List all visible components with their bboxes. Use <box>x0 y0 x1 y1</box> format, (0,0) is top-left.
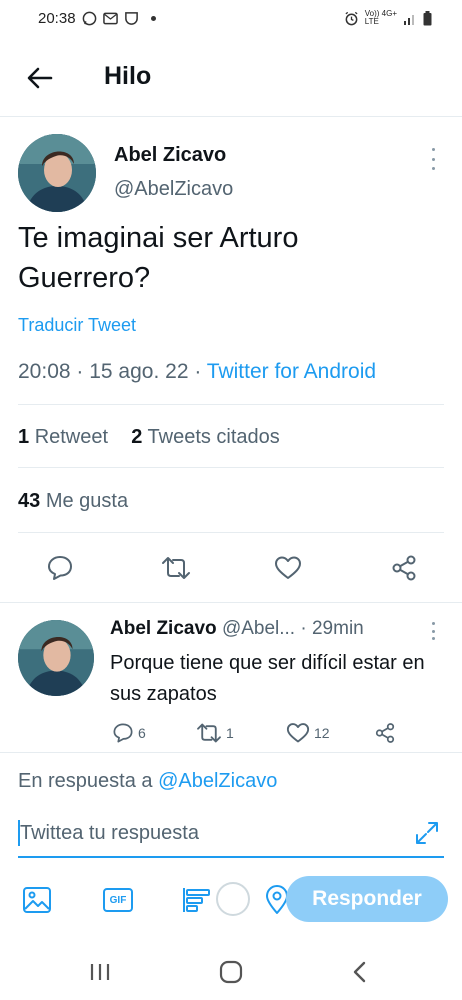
author-handle[interactable]: @AbelZicavo <box>114 178 233 201</box>
heart-icon <box>275 556 301 579</box>
divider <box>0 602 462 603</box>
reply-author-handle[interactable]: @Abel... <box>222 618 295 639</box>
tweet-time: 20:08 <box>18 360 71 383</box>
home-button[interactable] <box>211 954 251 990</box>
top-app-bar: Hilo <box>0 52 462 102</box>
reply-button[interactable] <box>40 550 80 586</box>
comment-icon <box>113 723 133 743</box>
system-navigation-bar <box>0 946 462 1000</box>
network-type: Vo)) 4G+ LTE <box>365 10 397 26</box>
shield-notification-icon <box>124 11 139 26</box>
separator-dot: · <box>194 360 207 383</box>
add-image-button[interactable] <box>20 880 54 920</box>
likes-label: Me gusta <box>45 490 129 512</box>
retweet-stats: 1 Retweet 2 Tweets citados <box>18 426 280 449</box>
author-name[interactable]: Abel Zicavo <box>114 144 226 167</box>
submit-reply-button[interactable]: Responder <box>286 876 448 922</box>
reply-like-count: 12 <box>314 725 330 741</box>
profile-photo-icon <box>18 620 94 696</box>
recent-apps-button[interactable] <box>80 954 120 990</box>
likes-count: 43 <box>18 490 41 512</box>
profile-photo-icon <box>18 134 96 212</box>
retweet-icon <box>197 723 221 743</box>
chevron-left-icon <box>353 961 366 983</box>
share-icon <box>375 723 395 743</box>
tweet-date: 15 ago. 22 <box>89 360 189 383</box>
whatsapp-icon <box>82 11 97 26</box>
reply-text: Porque tiene que ser difícil estar en su… <box>110 652 425 705</box>
reply-reply-count: 6 <box>138 725 146 741</box>
page-title: Hilo <box>104 62 152 90</box>
reply-time: 29min <box>311 618 364 639</box>
divider <box>18 404 444 405</box>
replying-to-line: En respuesta a @AbelZicavo <box>18 770 277 793</box>
retweet-icon <box>162 557 190 579</box>
quotes-stat[interactable]: 2 Tweets citados <box>131 426 280 448</box>
separator-dot: · <box>76 360 90 383</box>
tweet-text: Te imaginai ser Arturo Guerrero? <box>18 222 299 294</box>
tweet-metadata: 20:08 · 15 ago. 22 · Twitter for Android <box>18 360 376 384</box>
gif-icon: GIF <box>103 888 133 912</box>
reply-like-button[interactable]: 12 <box>286 722 330 744</box>
add-poll-button[interactable] <box>180 880 214 920</box>
replying-to-label: En respuesta a <box>18 770 153 792</box>
status-left: 20:38 <box>38 10 156 27</box>
recents-icon <box>90 964 110 980</box>
avatar[interactable] <box>18 620 94 696</box>
expand-icon <box>416 822 438 844</box>
like-button[interactable] <box>268 550 308 586</box>
like-stats: 43 Me gusta <box>18 490 128 513</box>
text-cursor <box>18 820 20 846</box>
more-options-icon[interactable] <box>428 148 438 170</box>
reply-retweet-count: 1 <box>226 725 234 741</box>
share-button[interactable] <box>384 550 424 586</box>
quotes-count: 2 <box>131 426 143 448</box>
translate-tweet-link[interactable]: Traducir Tweet <box>18 315 136 336</box>
header-divider <box>0 116 462 117</box>
retweets-stat[interactable]: 1 Retweet <box>18 426 108 448</box>
heart-icon <box>286 723 310 743</box>
status-time: 20:38 <box>38 9 76 27</box>
signal-icon <box>403 12 417 25</box>
reply-author-name[interactable]: Abel Zicavo <box>110 618 217 639</box>
more-options-icon[interactable] <box>428 622 438 640</box>
retweets-label: Retweet <box>34 426 109 448</box>
mail-icon <box>102 12 118 25</box>
alarm-icon <box>344 11 359 26</box>
more-notifications-dot <box>150 15 156 21</box>
reply-composer[interactable] <box>18 816 444 858</box>
reply-share-button[interactable] <box>374 722 396 744</box>
avatar[interactable] <box>18 134 96 212</box>
likes-stat[interactable]: 43 Me gusta <box>18 490 128 512</box>
divider <box>0 752 462 753</box>
battery-icon <box>423 10 432 26</box>
image-icon <box>23 887 51 913</box>
retweet-button[interactable] <box>156 550 196 586</box>
back-button[interactable] <box>24 62 56 94</box>
expand-composer-button[interactable] <box>412 818 442 848</box>
network-bottom: LTE <box>364 17 379 26</box>
retweets-count: 1 <box>18 426 30 448</box>
system-back-button[interactable] <box>340 954 380 990</box>
divider <box>18 467 444 468</box>
comment-icon <box>48 556 72 580</box>
quotes-label: Tweets citados <box>147 426 280 448</box>
character-counter <box>216 882 250 916</box>
reply-input[interactable] <box>18 816 398 850</box>
share-icon <box>392 555 416 581</box>
divider <box>18 532 444 533</box>
replying-to-handle[interactable]: @AbelZicavo <box>158 770 277 792</box>
add-gif-button[interactable]: GIF <box>100 880 136 920</box>
reply-header: Abel Zicavo @Abel... · 29min <box>110 618 430 640</box>
reply-reply-button[interactable]: 6 <box>112 722 146 744</box>
arrow-left-icon <box>27 67 53 89</box>
tweet-client-link[interactable]: Twitter for Android <box>207 360 376 383</box>
poll-icon <box>183 888 210 912</box>
status-bar: 20:38 Vo)) 4G+ LTE <box>0 0 462 36</box>
home-icon <box>219 960 243 984</box>
reply-retweet-button[interactable]: 1 <box>196 722 234 744</box>
separator-dot: · <box>300 618 312 639</box>
status-right: Vo)) 4G+ LTE <box>344 10 432 26</box>
